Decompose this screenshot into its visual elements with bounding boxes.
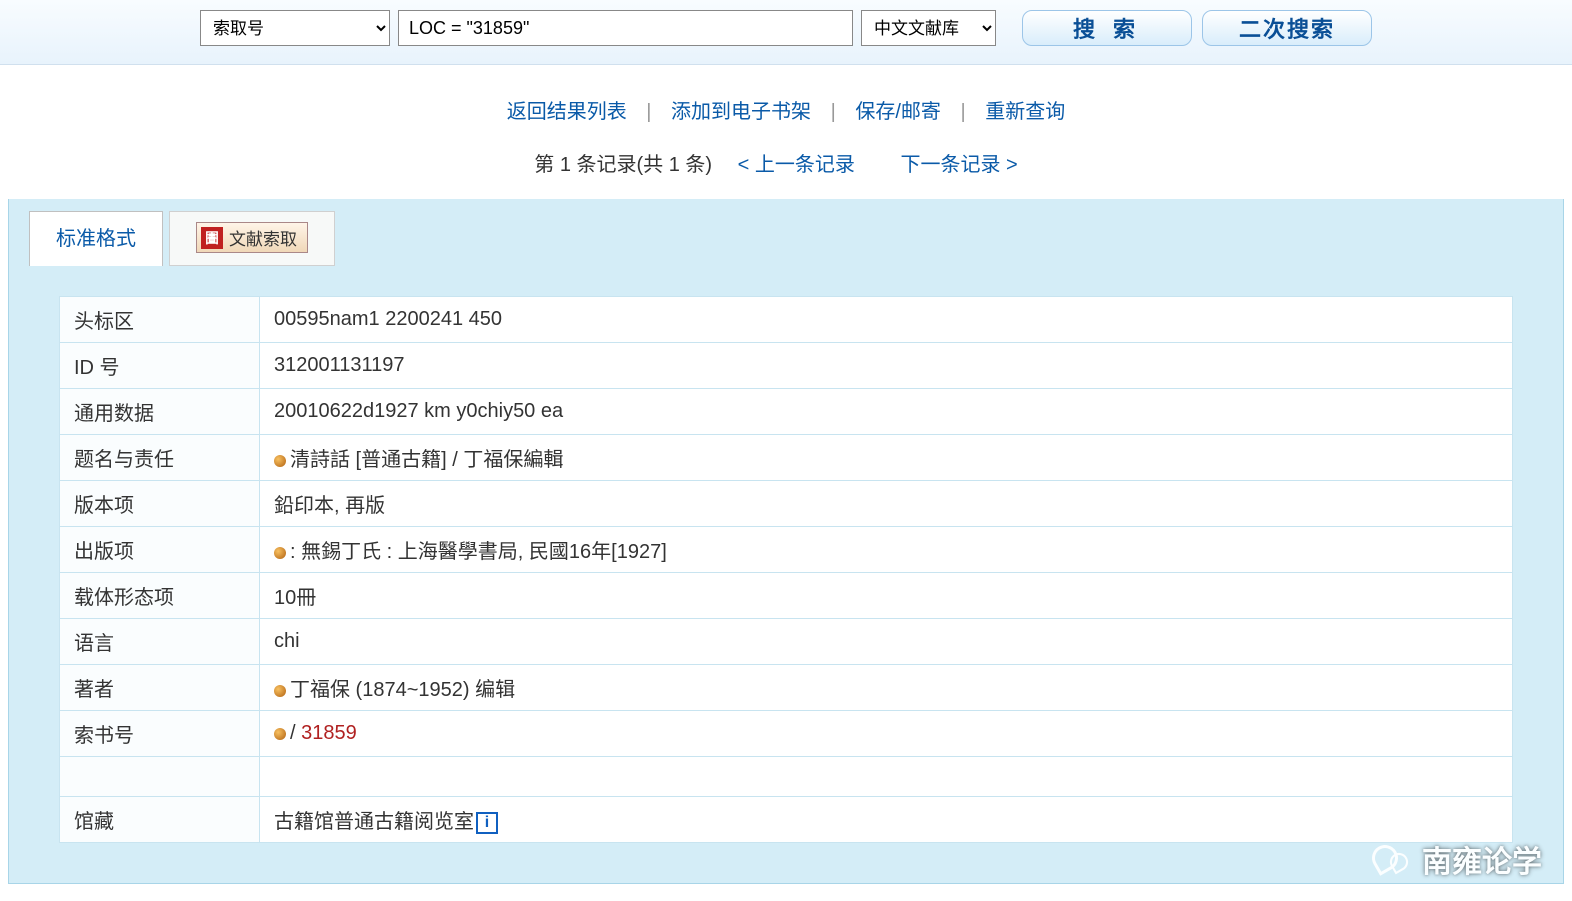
- save-mail-link[interactable]: 保存/邮寄: [855, 101, 941, 123]
- field-value: 312001131197: [260, 343, 1513, 389]
- field-value: 00595nam1 2200241 450: [260, 297, 1513, 343]
- record-panel: 标准格式 圕 文献索取 头标区00595nam1 2200241 450ID 号…: [8, 199, 1564, 884]
- call-number-link[interactable]: 31859: [301, 722, 357, 744]
- record-pagination: 第 1 条记录(共 1 条) < 上一条记录 下一条记录 >: [0, 134, 1572, 199]
- field-label: ID 号: [60, 343, 260, 389]
- bullet-icon: [274, 455, 286, 467]
- requery-link[interactable]: 重新查询: [985, 101, 1065, 123]
- table-row: 版本项鉛印本, 再版: [60, 481, 1513, 527]
- separator: |: [646, 101, 651, 123]
- field-label: 题名与责任: [60, 435, 260, 481]
- info-icon[interactable]: i: [476, 812, 498, 834]
- field-label: 馆藏: [60, 797, 260, 843]
- search-input[interactable]: [398, 10, 853, 46]
- field-label: 头标区: [60, 297, 260, 343]
- field-value: 清詩話 [普通古籍] / 丁福保編輯: [260, 435, 1513, 481]
- bullet-icon: [274, 685, 286, 697]
- field-value: chi: [260, 619, 1513, 665]
- field-label: 著者: [60, 665, 260, 711]
- field-label: 载体形态项: [60, 573, 260, 619]
- field-label: 通用数据: [60, 389, 260, 435]
- tab-document-request[interactable]: 圕 文献索取: [169, 211, 335, 266]
- field-label: 语言: [60, 619, 260, 665]
- field-value: 20010622d1927 km y0chiy50 ea: [260, 389, 1513, 435]
- table-row: ID 号312001131197: [60, 343, 1513, 389]
- table-row: 著者丁福保 (1874~1952) 编辑: [60, 665, 1513, 711]
- field-select[interactable]: 索取号: [200, 10, 390, 46]
- document-request-label: 文献索取: [229, 225, 297, 250]
- tab-standard-format[interactable]: 标准格式: [29, 211, 163, 266]
- table-row: [60, 757, 1513, 797]
- tabs: 标准格式 圕 文献索取: [9, 199, 1563, 266]
- record-table: 头标区00595nam1 2200241 450ID 号312001131197…: [59, 296, 1513, 843]
- table-row: 出版项: 無錫丁氏 : 上海醫學書局, 民國16年[1927]: [60, 527, 1513, 573]
- table-row: 馆藏古籍馆普通古籍阅览室i: [60, 797, 1513, 843]
- search-bar: 索取号 中文文献库 搜 索 二次搜索: [0, 0, 1572, 65]
- secondary-search-button[interactable]: 二次搜索: [1202, 10, 1372, 46]
- separator: |: [831, 101, 836, 123]
- table-row: 头标区00595nam1 2200241 450: [60, 297, 1513, 343]
- document-request-button[interactable]: 圕 文献索取: [196, 222, 308, 253]
- table-row: 通用数据20010622d1927 km y0chiy50 ea: [60, 389, 1513, 435]
- table-row: 语言chi: [60, 619, 1513, 665]
- add-to-shelf-link[interactable]: 添加到电子书架: [671, 101, 811, 123]
- document-icon: 圕: [201, 227, 223, 249]
- table-row: 题名与责任清詩話 [普通古籍] / 丁福保編輯: [60, 435, 1513, 481]
- field-label: 版本项: [60, 481, 260, 527]
- action-links: 返回结果列表 | 添加到电子书架 | 保存/邮寄 | 重新查询: [0, 65, 1572, 134]
- field-label: 出版项: [60, 527, 260, 573]
- next-record-link[interactable]: 下一条记录 >: [900, 154, 1017, 176]
- back-to-results-link[interactable]: 返回结果列表: [507, 101, 627, 123]
- bullet-icon: [274, 547, 286, 559]
- field-value: 鉛印本, 再版: [260, 481, 1513, 527]
- field-value: 古籍馆普通古籍阅览室i: [260, 797, 1513, 843]
- separator: |: [961, 101, 966, 123]
- field-value: / 31859: [260, 711, 1513, 757]
- bullet-icon: [274, 728, 286, 740]
- field-label: [60, 757, 260, 797]
- field-value: [260, 757, 1513, 797]
- field-value: : 無錫丁氏 : 上海醫學書局, 民國16年[1927]: [260, 527, 1513, 573]
- table-row: 索书号/ 31859: [60, 711, 1513, 757]
- database-select[interactable]: 中文文献库: [861, 10, 996, 46]
- field-value: 10冊: [260, 573, 1513, 619]
- table-row: 载体形态项10冊: [60, 573, 1513, 619]
- search-button[interactable]: 搜 索: [1022, 10, 1192, 46]
- prev-record-link[interactable]: < 上一条记录: [738, 154, 855, 176]
- field-value: 丁福保 (1874~1952) 编辑: [260, 665, 1513, 711]
- record-position: 第 1 条记录(共 1 条): [534, 154, 712, 176]
- field-label: 索书号: [60, 711, 260, 757]
